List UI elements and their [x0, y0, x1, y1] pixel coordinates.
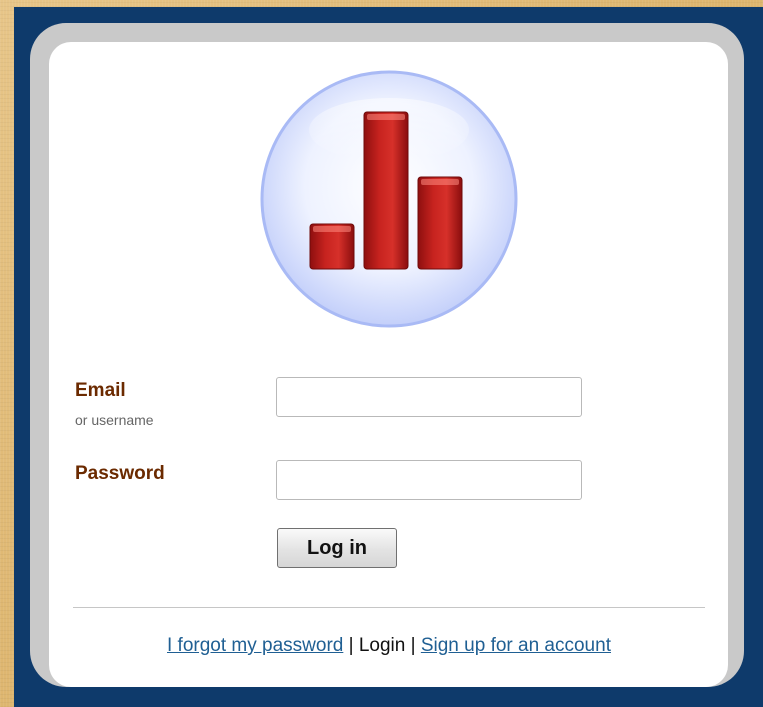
signup-link[interactable]: Sign up for an account — [421, 635, 611, 656]
email-input[interactable] — [276, 377, 582, 417]
current-page-label: Login — [358, 635, 406, 656]
login-button[interactable]: Log in — [277, 528, 397, 568]
footer-links: I forgot my password | Login | Sign up f… — [73, 635, 705, 657]
footer-separator: | — [348, 635, 354, 656]
logo-bar-medium — [417, 176, 463, 270]
forgot-password-link[interactable]: I forgot my password — [167, 635, 343, 656]
logo-bar-tall — [363, 111, 409, 270]
email-sublabel: or username — [75, 412, 154, 428]
bar-chart-logo-icon — [260, 70, 518, 328]
email-label: Email — [75, 380, 126, 401]
footer-separator: | — [410, 635, 416, 656]
password-label: Password — [75, 463, 165, 484]
password-input[interactable] — [276, 460, 582, 500]
logo-bar-short — [309, 223, 355, 270]
footer-divider — [73, 607, 705, 608]
